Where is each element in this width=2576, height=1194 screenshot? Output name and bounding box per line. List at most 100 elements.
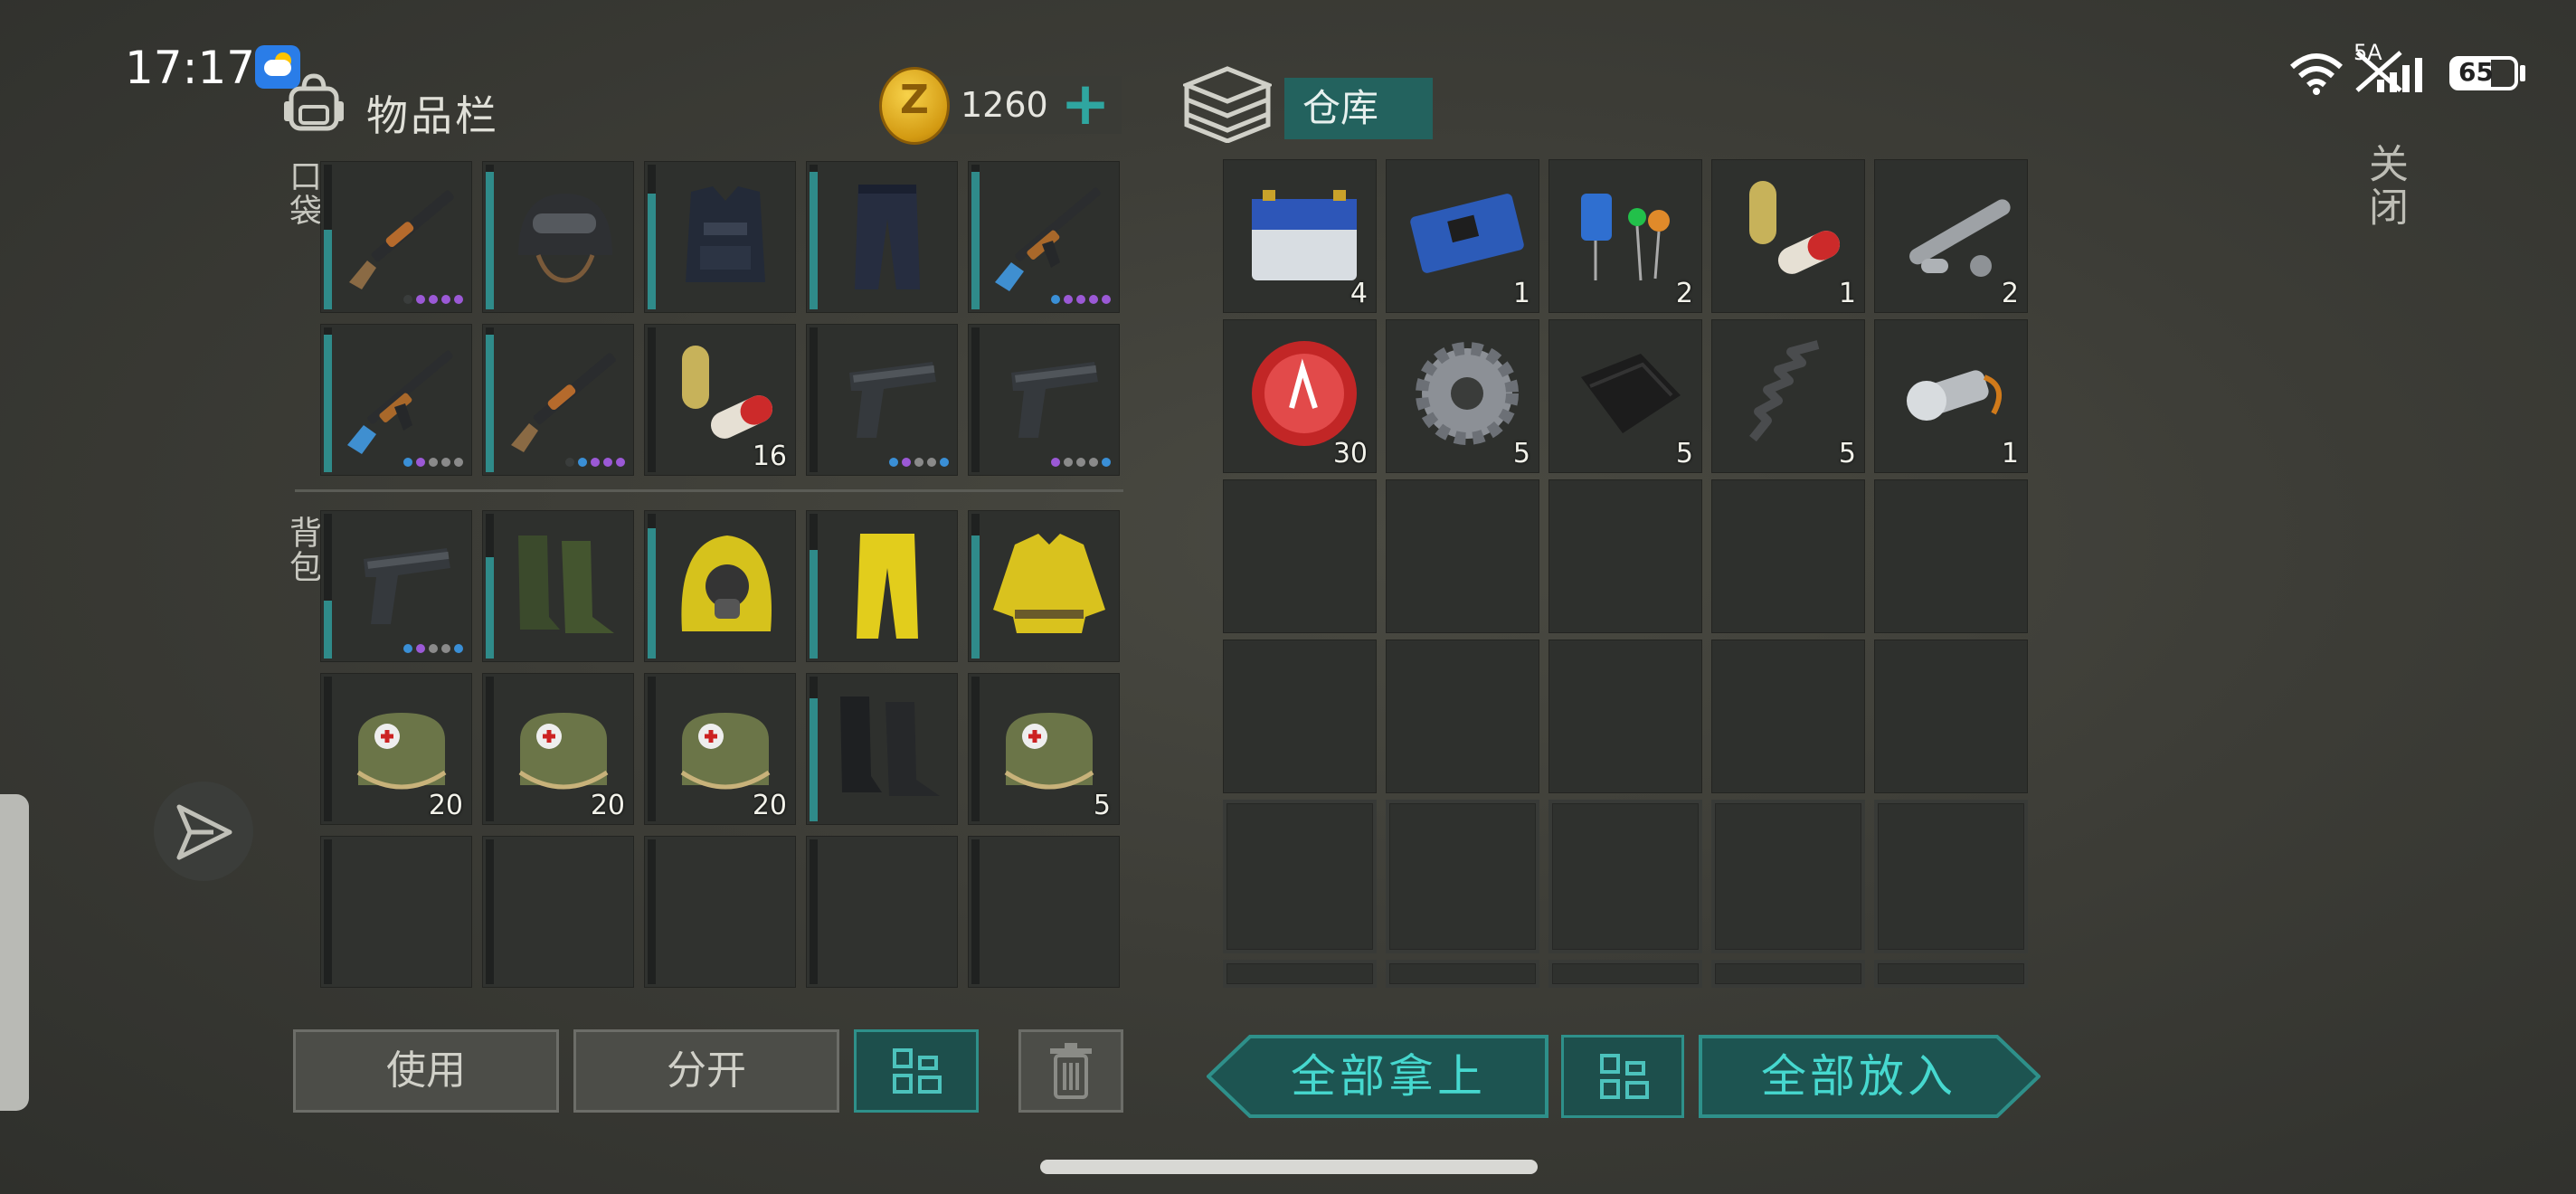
backpack-label: 背包 — [284, 516, 321, 584]
warehouse-slot[interactable] — [1548, 960, 1702, 988]
section-divider — [295, 489, 1123, 492]
pocket-slot[interactable] — [320, 161, 472, 313]
durability-bar — [486, 172, 494, 309]
sort-inventory-button[interactable] — [854, 1029, 979, 1113]
warehouse-slot[interactable] — [1386, 640, 1539, 793]
backpack-slot[interactable] — [320, 510, 472, 662]
backpack-slot[interactable] — [644, 836, 796, 988]
backpack-slot[interactable]: 20 — [482, 673, 634, 825]
upgrade-dots — [889, 458, 949, 467]
pocket-slot[interactable] — [806, 324, 958, 476]
backpack-slot[interactable] — [968, 510, 1120, 662]
hazmat-jacket-icon — [988, 523, 1111, 646]
pocket-slot[interactable] — [482, 324, 634, 476]
pocket-slot[interactable] — [968, 161, 1120, 313]
warehouse-slot[interactable] — [1548, 479, 1702, 633]
pocket-slot[interactable] — [320, 324, 472, 476]
pocket-slot[interactable] — [482, 161, 634, 313]
warehouse-slot[interactable]: 1 — [1711, 159, 1865, 313]
warehouse-slot[interactable] — [1386, 960, 1539, 988]
item-count: 20 — [428, 790, 463, 821]
home-indicator[interactable] — [1040, 1160, 1538, 1174]
warehouse-slot[interactable] — [1874, 800, 2028, 953]
warehouse-slot[interactable] — [1223, 960, 1377, 988]
warehouse-slot[interactable]: 2 — [1548, 159, 1702, 313]
warehouse-tab[interactable]: 仓库 — [1284, 78, 1433, 139]
warehouse-slot[interactable] — [1874, 479, 2028, 633]
warehouse-slot[interactable] — [1223, 479, 1377, 633]
warehouse-slot[interactable]: 2 — [1874, 159, 2028, 313]
use-button[interactable]: 使用 — [293, 1029, 559, 1113]
warehouse-slot[interactable] — [1386, 800, 1539, 953]
pocket-slot[interactable] — [644, 161, 796, 313]
side-drawer-handle[interactable] — [0, 794, 29, 1111]
warehouse-slot[interactable]: 5 — [1386, 319, 1539, 473]
status-icons: 5A 65 — [2288, 40, 2533, 100]
gear-icon — [1406, 332, 1529, 455]
durability-track — [648, 327, 656, 472]
backpack-icon — [284, 73, 344, 131]
backpack-slot[interactable] — [482, 510, 634, 662]
warehouse-slot[interactable] — [1711, 640, 1865, 793]
backpack-slot[interactable] — [482, 836, 634, 988]
item-count: 20 — [590, 790, 625, 821]
take-all-label: 全部拿上 — [1291, 1050, 1486, 1103]
warehouse-slot[interactable] — [1386, 479, 1539, 633]
item-count: 1 — [1838, 278, 1856, 309]
durability-track — [971, 327, 980, 472]
backpack-slot[interactable] — [968, 836, 1120, 988]
warehouse-slot[interactable] — [1711, 800, 1865, 953]
police-pants-icon — [826, 174, 949, 297]
take-all-button[interactable]: 全部拿上 — [1207, 1035, 1548, 1118]
durability-track — [324, 839, 332, 984]
warehouse-slot[interactable]: 4 — [1223, 159, 1377, 313]
upgrade-dots — [403, 295, 463, 304]
warehouse-slot[interactable]: 30 — [1223, 319, 1377, 473]
warehouse-slot[interactable] — [1874, 960, 2028, 988]
warehouse-slot[interactable] — [1223, 800, 1377, 953]
put-all-button[interactable]: 全部放入 — [1699, 1035, 2041, 1118]
coin-icon: Z — [879, 67, 950, 145]
split-button[interactable]: 分开 — [573, 1029, 839, 1113]
pocket-slot[interactable] — [968, 324, 1120, 476]
backpack-slot[interactable] — [806, 673, 958, 825]
pocket-slot[interactable]: 16 — [644, 324, 796, 476]
warehouse-slot[interactable] — [1711, 479, 1865, 633]
warehouse-slot[interactable] — [1711, 960, 1865, 988]
sort-warehouse-button[interactable] — [1561, 1035, 1684, 1118]
warehouse-slot[interactable] — [1548, 800, 1702, 953]
pills-icon — [1731, 172, 1854, 295]
warehouse-slot[interactable]: 5 — [1548, 319, 1702, 473]
pocket-slot[interactable] — [806, 161, 958, 313]
item-count: 20 — [752, 790, 787, 821]
backpack-slot[interactable] — [320, 836, 472, 988]
durability-bar — [810, 550, 818, 659]
warehouse-slot[interactable] — [1874, 640, 2028, 793]
backpack-slot[interactable] — [806, 510, 958, 662]
close-button[interactable]: 关闭 — [2355, 143, 2413, 230]
item-count: 1 — [2001, 438, 2019, 469]
backpack-slot[interactable]: 5 — [968, 673, 1120, 825]
warehouse-icon — [1183, 66, 1272, 143]
flashlight-icon — [1894, 332, 2017, 455]
backpack-slot[interactable] — [644, 510, 796, 662]
warehouse-slot[interactable] — [1548, 640, 1702, 793]
rubber-boots-icon — [502, 523, 625, 646]
durability-bar — [971, 172, 980, 309]
medkit-icon — [988, 686, 1111, 809]
warehouse-slot[interactable]: 5 — [1711, 319, 1865, 473]
send-button[interactable] — [154, 782, 253, 881]
durability-track — [648, 839, 656, 984]
warehouse-slot[interactable]: 1 — [1386, 159, 1539, 313]
item-count: 1 — [1512, 278, 1530, 309]
backpack-slot[interactable]: 20 — [644, 673, 796, 825]
backpack-slot[interactable]: 20 — [320, 673, 472, 825]
plus-icon[interactable]: + — [1058, 72, 1113, 136]
pistol-icon — [340, 523, 463, 646]
grid-sort-icon — [893, 1048, 943, 1095]
durability-track — [810, 327, 818, 472]
trash-button[interactable] — [1018, 1029, 1123, 1113]
warehouse-slot[interactable]: 1 — [1874, 319, 2028, 473]
warehouse-slot[interactable] — [1223, 640, 1377, 793]
backpack-slot[interactable] — [806, 836, 958, 988]
